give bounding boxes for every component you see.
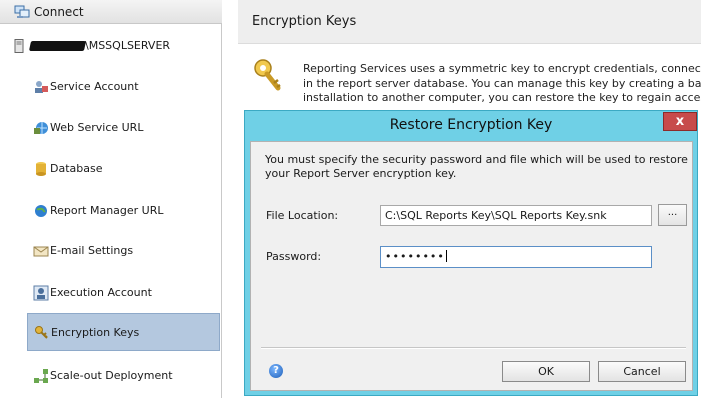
key-icon [34, 325, 50, 341]
sidebar-item-label: Database [50, 162, 103, 175]
email-icon [33, 243, 49, 259]
sidebar-item-label: Report Manager URL [50, 204, 164, 217]
sidebar-item-email-settings[interactable]: E-mail Settings [27, 232, 220, 270]
sidebar-item-scale-out-deployment[interactable]: Scale-out Deployment [27, 357, 220, 395]
sidebar-item-execution-account[interactable]: Execution Account [27, 274, 220, 312]
scale-out-icon [33, 368, 49, 384]
dialog-titlebar[interactable]: Restore Encryption Key x [245, 111, 697, 139]
connect-icon [14, 4, 30, 23]
encryption-description: Reporting Services uses a symmetric key … [303, 62, 701, 106]
sidebar-item-label: Encryption Keys [51, 326, 140, 339]
ok-button[interactable]: OK [502, 361, 590, 382]
password-input[interactable]: •••••••• [380, 246, 652, 268]
description-line: in the report server database. You can m… [303, 76, 701, 90]
description-line: installation to another computer, you ca… [303, 91, 701, 104]
description-line: Reporting Services uses a symmetric key … [303, 62, 701, 75]
sidebar-item-encryption-keys[interactable]: Encryption Keys [27, 313, 220, 351]
service-account-icon [33, 79, 49, 95]
sidebar-item-label: E-mail Settings [50, 244, 134, 257]
dialog-title: Restore Encryption Key [389, 117, 553, 133]
file-location-label: File Location: [266, 209, 339, 222]
connect-label: Connect [34, 5, 84, 19]
sidebar-item-label: Execution Account [50, 286, 152, 299]
execution-account-icon [33, 285, 49, 301]
sidebar-item-web-service-url[interactable]: Web Service URL [27, 109, 220, 147]
close-button[interactable]: x [663, 112, 697, 131]
server-node[interactable]: \MSSQLSERVER [0, 36, 222, 56]
server-label: \MSSQLSERVER [85, 39, 171, 52]
help-icon[interactable]: ? [269, 364, 283, 378]
password-label: Password: [266, 250, 322, 263]
page-header: Encryption Keys [238, 0, 701, 44]
database-icon [33, 161, 49, 177]
dialog-message: You must specify the security password a… [265, 153, 688, 180]
sidebar-item-service-account[interactable]: Service Account [27, 68, 220, 106]
dialog-body: You must specify the security password a… [250, 141, 693, 391]
sidebar-item-label: Web Service URL [50, 121, 144, 134]
sidebar-item-database[interactable]: Database [27, 150, 220, 188]
redacted-server-name [28, 41, 87, 51]
server-icon [14, 39, 24, 56]
globe-icon [33, 203, 49, 219]
dialog-divider [261, 347, 686, 349]
sidebar-item-label: Scale-out Deployment [50, 369, 173, 382]
sidebar-item-report-manager-url[interactable]: Report Manager URL [27, 192, 220, 230]
restore-encryption-key-dialog: Restore Encryption Key x You must specif… [244, 110, 698, 396]
page-title: Encryption Keys [252, 14, 357, 29]
cancel-button[interactable]: Cancel [598, 361, 686, 382]
sidebar-item-label: Service Account [50, 80, 139, 93]
file-location-input[interactable]: C:\SQL Reports Key\SQL Reports Key.snk [380, 205, 652, 226]
browse-button[interactable]: ... [658, 204, 687, 226]
connect-button[interactable]: Connect [0, 0, 222, 24]
web-service-icon [33, 120, 49, 136]
encryption-key-icon [252, 58, 284, 97]
sidebar: Connect \MSSQLSERVER Service Account Web… [0, 0, 222, 398]
